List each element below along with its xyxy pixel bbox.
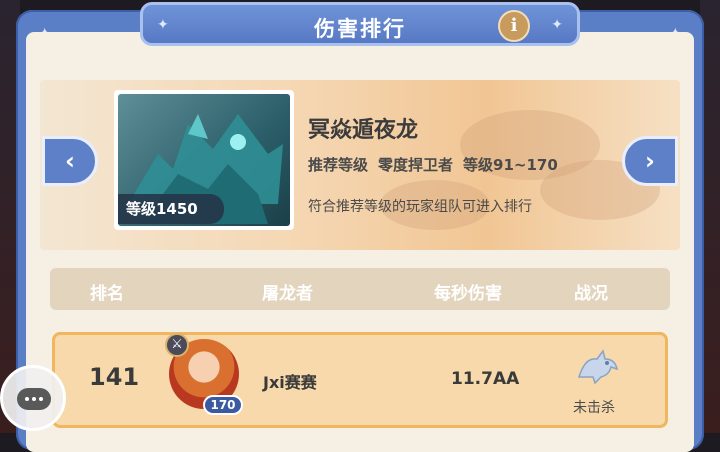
row-player: Jxi赛赛 (263, 373, 317, 392)
header-damage: 每秒伤害 (434, 284, 502, 304)
chat-button[interactable] (0, 365, 66, 431)
row-damage: 11.7AA (451, 369, 520, 389)
chevron-right-icon: › (645, 147, 655, 175)
ranking-table-header: 排名 屠龙者 每秒伤害 战况 (50, 268, 670, 310)
prev-boss-button[interactable]: ‹ (42, 136, 98, 186)
boss-level-badge: 等级1450 (118, 194, 224, 224)
avatar-level: 170 (203, 395, 243, 415)
sparkle-icon: ✦ (551, 17, 563, 33)
next-boss-button[interactable]: › (622, 136, 678, 186)
boss-name: 冥焱遁夜龙 (308, 118, 419, 143)
header-player: 屠龙者 (262, 284, 313, 304)
recommend-range: 等级91~170 (463, 156, 558, 174)
boss-note: 符合推荐等级的玩家组队可进入排行 (308, 199, 532, 215)
row-rank: 141 (89, 363, 140, 391)
header-rank: 排名 (90, 284, 124, 304)
chat-icon (17, 388, 51, 410)
avatar[interactable]: ⚔ 170 (163, 333, 245, 419)
chat-dot (39, 397, 43, 401)
header-status: 战况 (574, 284, 608, 304)
chevron-left-icon: ‹ (65, 147, 75, 175)
chat-dot (25, 397, 29, 401)
dragon-status-icon (577, 349, 618, 385)
recommend-tier: 零度捍卫者 (378, 156, 454, 174)
sword-badge-icon: ⚔ (165, 333, 189, 357)
info-icon[interactable]: i (498, 10, 530, 42)
chat-dot (32, 397, 36, 401)
table-row[interactable]: 141 ⚔ 170 Jxi赛赛 11.7AA 未击杀 (52, 332, 668, 428)
row-status: 未击杀 (573, 400, 615, 416)
recommend-label: 推荐等级 (308, 156, 369, 174)
boss-recommendation: 推荐等级 零度捍卫者 等级91~170 (308, 154, 568, 175)
